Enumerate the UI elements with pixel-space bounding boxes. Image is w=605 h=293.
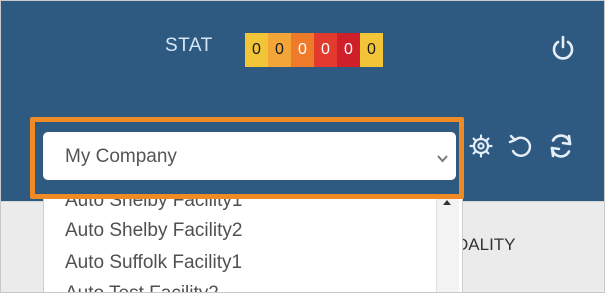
column-header-modality[interactable]: DALITY (456, 235, 516, 255)
stat-badges: 0 0 0 0 0 0 (245, 33, 383, 67)
stat-badge[interactable]: 0 (337, 33, 360, 67)
dropdown-option[interactable]: Auto Test Facility2 (65, 283, 219, 292)
app-frame: STAT 0 0 0 0 0 0 My Company DALITY Auto … (0, 0, 605, 293)
stat-badge[interactable]: 0 (360, 33, 383, 67)
stat-label: STAT (165, 35, 213, 56)
undo-icon[interactable] (507, 132, 535, 160)
company-select-value: My Company (65, 146, 177, 167)
scroll-up-icon[interactable] (443, 200, 451, 205)
stat-badge[interactable]: 0 (314, 33, 337, 67)
top-header: STAT 0 0 0 0 0 0 My Company (1, 1, 604, 201)
power-icon[interactable] (550, 34, 576, 62)
stat-badge[interactable]: 0 (291, 33, 314, 67)
company-select[interactable]: My Company (43, 132, 456, 180)
dropdown-scrollbar[interactable] (436, 196, 459, 292)
company-dropdown-list[interactable]: Auto Shelby Facility1 Auto Shelby Facili… (43, 195, 463, 292)
dropdown-option[interactable]: Auto Shelby Facility1 (65, 196, 242, 212)
gear-icon[interactable] (467, 132, 495, 160)
chevron-down-icon[interactable] (436, 151, 449, 163)
dropdown-option[interactable]: Auto Shelby Facility2 (65, 220, 242, 242)
stat-badge[interactable]: 0 (268, 33, 291, 67)
dropdown-option[interactable]: Auto Suffolk Facility1 (65, 252, 242, 274)
stat-badge[interactable]: 0 (245, 33, 268, 67)
refresh-icon[interactable] (547, 132, 575, 160)
